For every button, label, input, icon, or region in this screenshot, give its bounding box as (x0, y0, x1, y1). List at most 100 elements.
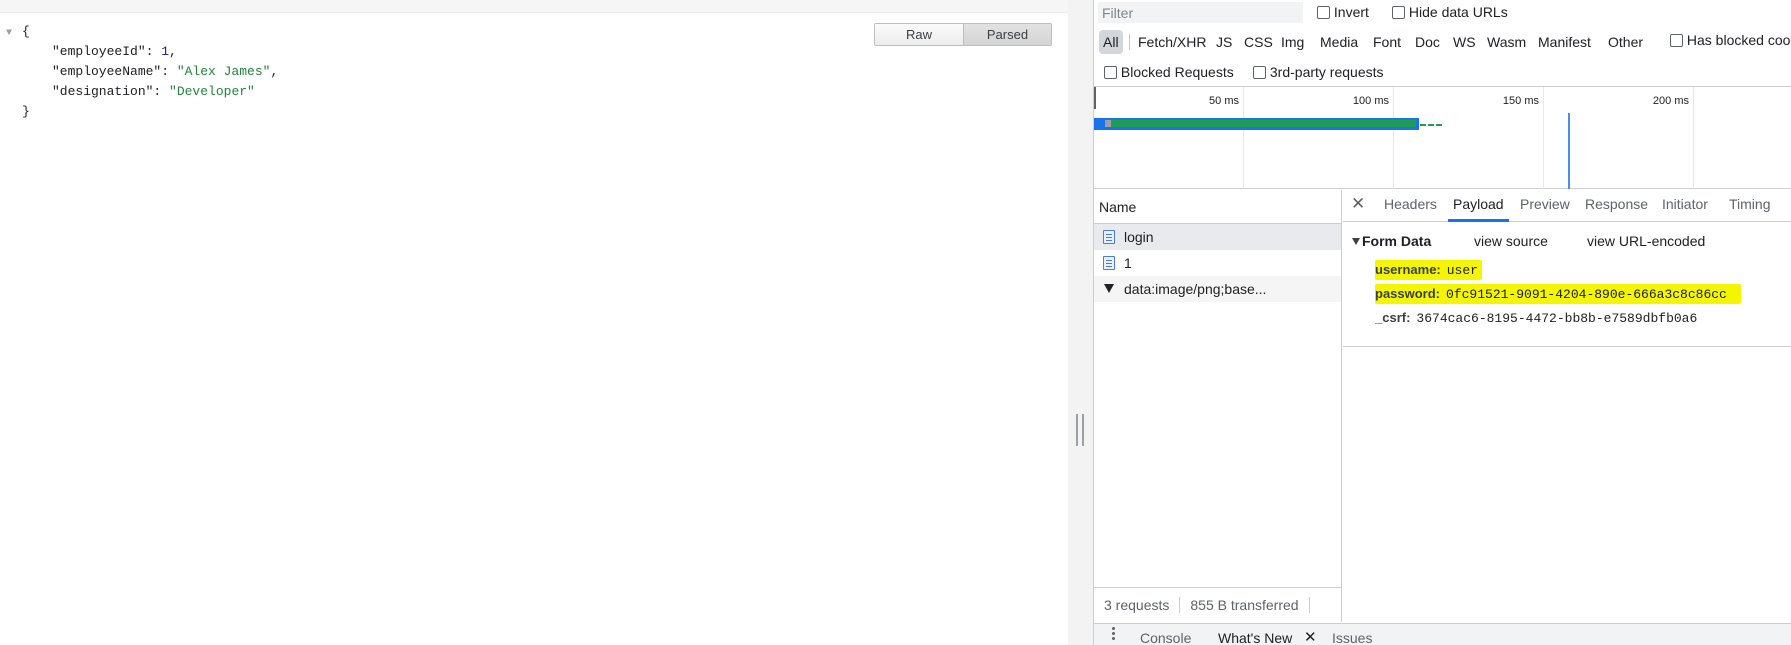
json-key: "employeeId" (52, 44, 146, 59)
type-filter-other[interactable]: Other (1604, 30, 1647, 54)
has-blocked-cookies-checkbox[interactable] (1670, 34, 1683, 47)
json-close-brace: } (22, 104, 30, 119)
type-filter-all[interactable]: All (1099, 30, 1123, 54)
form-data-title: Form Data (1362, 233, 1432, 249)
filter-bar: Invert Hide data URLs (1094, 0, 1791, 27)
detail-tab-bar: ✕ Headers Payload Preview Response Initi… (1343, 190, 1791, 222)
type-filter-manifest[interactable]: Manifest (1534, 30, 1595, 54)
has-blocked-cookies-option[interactable]: Has blocked cookies (1670, 32, 1791, 48)
tab-timing[interactable]: Timing (1729, 190, 1771, 222)
type-filter-fetch-xhr[interactable]: Fetch/XHR (1134, 30, 1210, 54)
timeline-bar-grey (1105, 120, 1111, 127)
drawer-tab-whats-new[interactable]: What's New (1218, 630, 1292, 645)
devtools-network-panel: Invert Hide data URLs All Fetch/XHR JS C… (1093, 0, 1791, 645)
network-status-bar: 3 requests 855 B transferred (1094, 587, 1342, 622)
type-filter-img[interactable]: Img (1277, 30, 1308, 54)
document-icon (1103, 230, 1115, 244)
json-close-row: } (6, 102, 278, 122)
type-filter-js[interactable]: JS (1212, 30, 1236, 54)
json-key: "employeeName" (52, 64, 162, 79)
view-source-link[interactable]: view source (1474, 230, 1548, 252)
raw-parsed-toggle: Raw Parsed (874, 23, 1052, 46)
close-icon[interactable]: ✕ (1304, 628, 1317, 645)
drawer-tab-console[interactable]: Console (1140, 630, 1191, 645)
field-value: 3674cac6-8195-4472-bb8b-e7589dbfb0a6 (1416, 311, 1698, 326)
more-options-icon[interactable] (1112, 627, 1115, 643)
resource-type-filters: All Fetch/XHR JS CSS Img Media Font Doc … (1094, 28, 1791, 58)
timeline-bar-green (1110, 120, 1416, 127)
type-filter-ws[interactable]: WS (1449, 30, 1480, 54)
json-field-row: "employeeId": 1, (52, 44, 177, 59)
close-icon[interactable]: ✕ (1351, 194, 1365, 214)
timeline-gridline (1543, 87, 1544, 189)
view-url-encoded-link[interactable]: view URL-encoded (1587, 230, 1705, 252)
bottom-drawer: Console What's New ✕ Issues (1094, 623, 1791, 645)
blocked-requests-checkbox[interactable] (1104, 66, 1117, 79)
timeline-bar-dashed (1420, 124, 1442, 126)
tab-initiator[interactable]: Initiator (1662, 190, 1708, 222)
tab-payload[interactable]: Payload (1448, 190, 1509, 222)
network-timeline-overview[interactable]: 50 ms 100 ms 150 ms 200 ms (1094, 86, 1791, 189)
field-value: 0fc91521-9091-4204-890e-666a3c8c86cc (1446, 287, 1727, 302)
third-party-requests-option[interactable]: 3rd-party requests (1253, 64, 1384, 80)
expand-triangle-icon[interactable] (1352, 238, 1360, 245)
filter-input[interactable] (1098, 2, 1303, 23)
json-key: "designation" (52, 84, 154, 99)
panel-splitter[interactable] (1068, 0, 1093, 645)
field-key: username: (1375, 262, 1441, 277)
tab-headers[interactable]: Headers (1384, 190, 1437, 222)
type-filter-divider (1129, 34, 1130, 50)
parsed-button[interactable]: Parsed (963, 24, 1051, 45)
section-divider (1343, 346, 1791, 347)
json-value: "Developer" (169, 84, 255, 99)
json-tree: ▼{ "employeeId": 1, "employeeName": "Ale… (6, 22, 278, 122)
has-blocked-cookies-label: Has blocked cookies (1686, 32, 1791, 48)
invert-label: Invert (1333, 4, 1369, 20)
viewer-top-strip (0, 0, 1068, 13)
tab-preview[interactable]: Preview (1520, 190, 1570, 222)
timeline-gridline (1693, 87, 1694, 189)
invert-checkbox[interactable] (1317, 6, 1330, 19)
image-icon (1103, 282, 1115, 296)
invert-option[interactable]: Invert (1317, 4, 1369, 20)
type-filter-font[interactable]: Font (1369, 30, 1405, 54)
form-field-csrf[interactable]: _csrf: 3674cac6-8195-4472-bb8b-e7589dbfb0… (1375, 308, 1697, 328)
tab-response[interactable]: Response (1585, 190, 1648, 222)
timeline-start-marker (1094, 87, 1096, 109)
form-field-password[interactable]: password: 0fc91521-9091-4204-890e-666a3c8… (1375, 284, 1741, 304)
raw-button[interactable]: Raw (875, 24, 963, 45)
third-party-requests-checkbox[interactable] (1253, 66, 1266, 79)
field-key: _csrf: (1375, 310, 1411, 325)
collapse-arrow-icon[interactable]: ▼ (6, 24, 22, 44)
request-row-1[interactable]: 1 (1094, 250, 1341, 276)
request-row-data-image[interactable]: data:image/png;base... (1094, 276, 1341, 302)
request-name: data:image/png;base... (1124, 281, 1267, 297)
transferred-size: 855 B transferred (1190, 597, 1299, 613)
hide-data-urls-option[interactable]: Hide data URLs (1392, 4, 1508, 20)
json-value: "Alex James" (176, 64, 271, 79)
type-filter-css[interactable]: CSS (1240, 30, 1277, 54)
splitter-grip-icon[interactable] (1076, 414, 1084, 446)
timeline-load-marker (1568, 113, 1570, 189)
hide-data-urls-checkbox[interactable] (1392, 6, 1405, 19)
json-field-row: "employeeName": "Alex James", (52, 64, 279, 79)
document-icon (1103, 256, 1115, 270)
form-data-section: Form Data view source view URL-encoded (1343, 230, 1791, 252)
json-viewer: ▼{ "employeeId": 1, "employeeName": "Ale… (0, 0, 1068, 645)
type-filter-doc[interactable]: Doc (1411, 30, 1444, 54)
third-party-requests-label: 3rd-party requests (1269, 64, 1384, 80)
request-row-login[interactable]: login (1094, 224, 1341, 250)
timeline-tick-label: 150 ms (1502, 95, 1539, 107)
type-filter-wasm[interactable]: Wasm (1483, 30, 1530, 54)
blocked-requests-label: Blocked Requests (1120, 64, 1234, 80)
name-column-header[interactable]: Name (1094, 190, 1341, 224)
json-value: 1 (161, 44, 170, 59)
drawer-tab-issues[interactable]: Issues (1332, 630, 1372, 645)
form-field-username[interactable]: username: user (1375, 260, 1482, 280)
type-filter-media[interactable]: Media (1316, 30, 1362, 54)
json-open-row[interactable]: ▼{ (6, 22, 278, 42)
form-data-header[interactable]: Form Data view source view URL-encoded (1343, 230, 1791, 252)
blocked-requests-option[interactable]: Blocked Requests (1104, 64, 1234, 80)
request-count: 3 requests (1104, 597, 1170, 613)
timeline-tick-label: 100 ms (1352, 95, 1389, 107)
